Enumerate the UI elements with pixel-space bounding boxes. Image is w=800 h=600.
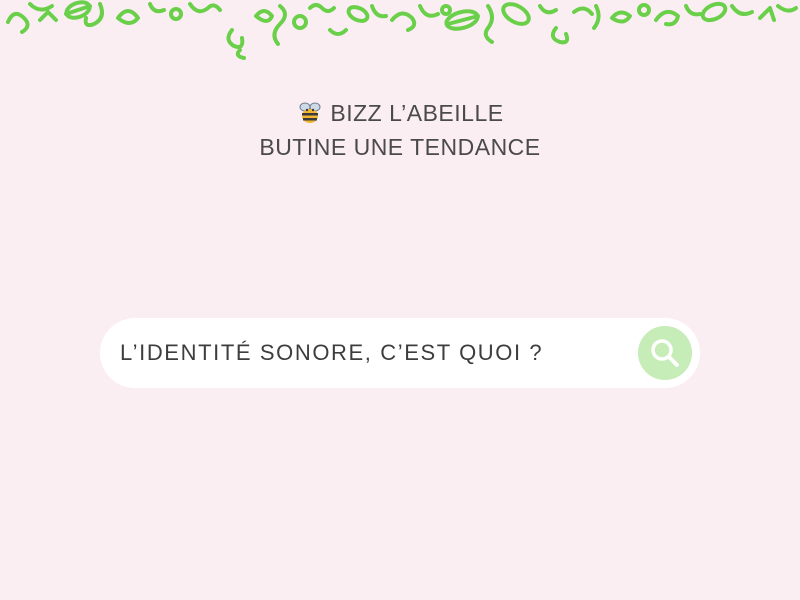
search-icon — [651, 339, 679, 367]
search-button[interactable] — [638, 326, 692, 380]
search-bar[interactable]: L’IDENTITÉ SONORE, C’EST QUOI ? — [100, 318, 700, 388]
search-query-text: L’IDENTITÉ SONORE, C’EST QUOI ? — [120, 340, 544, 365]
page-header: BIZZ L’ABEILLE BUTINE UNE TENDANCE — [0, 96, 800, 164]
header-line-1: BIZZ L’ABEILLE — [0, 96, 800, 130]
doodle-border — [6, 0, 798, 60]
bee-icon — [299, 102, 321, 123]
brand-title: BIZZ L’ABEILLE — [330, 100, 504, 126]
tagline: BUTINE UNE TENDANCE — [259, 134, 541, 160]
